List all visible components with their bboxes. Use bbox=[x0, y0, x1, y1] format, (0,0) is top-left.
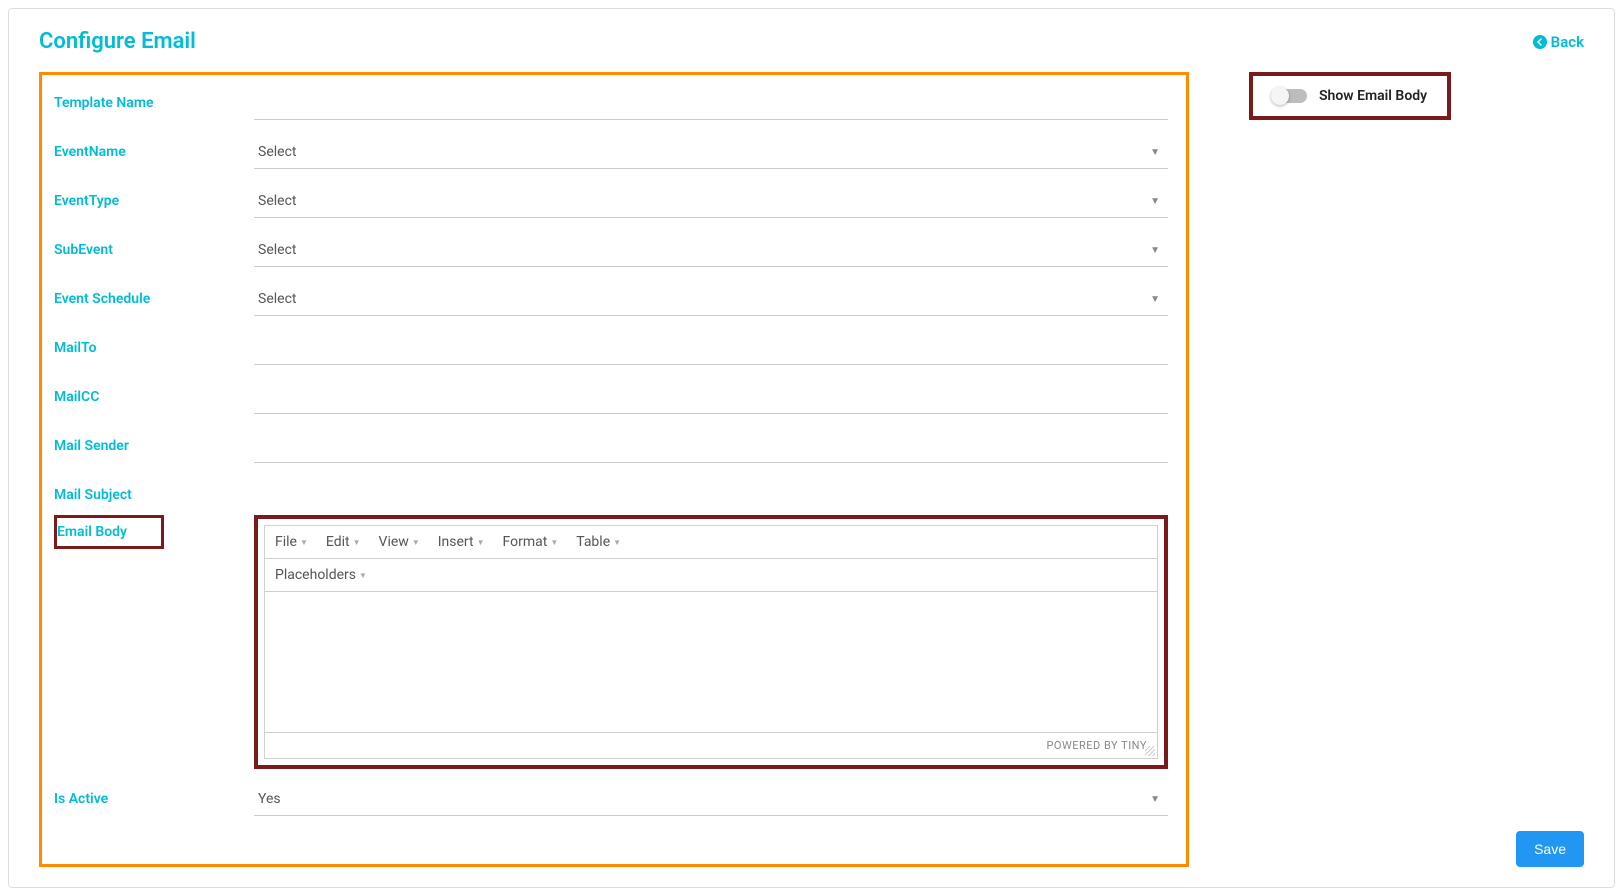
resize-handle-icon[interactable] bbox=[1145, 746, 1155, 756]
event-schedule-value: Select bbox=[258, 291, 296, 307]
show-email-body-label: Show Email Body bbox=[1319, 88, 1427, 104]
is-active-select[interactable]: Yes ▼ bbox=[254, 783, 1168, 816]
label-event-name: EventName bbox=[54, 136, 254, 160]
mail-cc-input[interactable] bbox=[254, 381, 1168, 414]
show-email-body-toggle[interactable] bbox=[1273, 89, 1307, 103]
chevron-down-icon: ▼ bbox=[1150, 196, 1160, 207]
caret-down-icon: ▼ bbox=[477, 538, 485, 547]
chevron-down-icon: ▼ bbox=[1150, 294, 1160, 305]
row-email-body: Email Body File▼ Edit▼ View▼ Insert▼ For… bbox=[54, 515, 1168, 769]
toggle-knob-icon bbox=[1271, 87, 1289, 105]
row-event-type: EventType Select ▼ bbox=[54, 185, 1168, 218]
chevron-down-icon: ▼ bbox=[1150, 245, 1160, 256]
editor-footer: POWERED BY TINY bbox=[265, 732, 1157, 758]
label-email-body: Email Body bbox=[54, 515, 164, 549]
event-schedule-select[interactable]: Select ▼ bbox=[254, 283, 1168, 316]
back-label: Back bbox=[1551, 33, 1584, 51]
row-mail-subject: Mail Subject bbox=[54, 479, 1168, 503]
email-body-editor-highlight: File▼ Edit▼ View▼ Insert▼ Format▼ Table▼… bbox=[254, 515, 1168, 769]
is-active-value: Yes bbox=[258, 791, 281, 807]
caret-down-icon: ▼ bbox=[353, 538, 361, 547]
row-mail-sender: Mail Sender bbox=[54, 430, 1168, 463]
event-type-value: Select bbox=[258, 193, 296, 209]
rich-text-editor: File▼ Edit▼ View▼ Insert▼ Format▼ Table▼… bbox=[264, 525, 1158, 759]
label-is-active: Is Active bbox=[54, 783, 254, 807]
event-type-select[interactable]: Select ▼ bbox=[254, 185, 1168, 218]
template-name-input[interactable] bbox=[254, 87, 1168, 120]
mail-sender-input[interactable] bbox=[254, 430, 1168, 463]
editor-content-area[interactable] bbox=[265, 592, 1157, 732]
editor-menu-insert[interactable]: Insert▼ bbox=[438, 534, 485, 550]
row-sub-event: SubEvent Select ▼ bbox=[54, 234, 1168, 267]
label-mail-sender: Mail Sender bbox=[54, 430, 254, 454]
sub-event-select[interactable]: Select ▼ bbox=[254, 234, 1168, 267]
configure-email-page: Configure Email Back Template Name Event… bbox=[8, 8, 1615, 888]
back-arrow-icon bbox=[1533, 35, 1547, 49]
editor-menubar: File▼ Edit▼ View▼ Insert▼ Format▼ Table▼ bbox=[265, 526, 1157, 559]
sub-event-value: Select bbox=[258, 242, 296, 258]
main-area: Template Name EventName Select ▼ bbox=[39, 72, 1584, 867]
back-link[interactable]: Back bbox=[1533, 33, 1584, 51]
save-button[interactable]: Save bbox=[1516, 831, 1584, 867]
event-name-select[interactable]: Select ▼ bbox=[254, 136, 1168, 169]
page-header: Configure Email Back bbox=[39, 29, 1584, 54]
chevron-down-icon: ▼ bbox=[1150, 147, 1160, 158]
editor-menu-view[interactable]: View▼ bbox=[379, 534, 420, 550]
label-event-type: EventType bbox=[54, 185, 254, 209]
mail-to-input[interactable] bbox=[254, 332, 1168, 365]
caret-down-icon: ▼ bbox=[613, 538, 621, 547]
editor-secondary-toolbar: Placeholders▼ bbox=[265, 559, 1157, 592]
label-mail-subject: Mail Subject bbox=[54, 479, 254, 503]
form-panel: Template Name EventName Select ▼ bbox=[39, 72, 1189, 867]
row-mail-cc: MailCC bbox=[54, 381, 1168, 414]
editor-menu-table[interactable]: Table▼ bbox=[576, 534, 621, 550]
caret-down-icon: ▼ bbox=[300, 538, 308, 547]
label-mail-cc: MailCC bbox=[54, 381, 254, 405]
row-event-name: EventName Select ▼ bbox=[54, 136, 1168, 169]
row-mail-to: MailTo bbox=[54, 332, 1168, 365]
editor-placeholders-button[interactable]: Placeholders▼ bbox=[275, 567, 367, 583]
chevron-down-icon: ▼ bbox=[1150, 794, 1160, 805]
row-is-active: Is Active Yes ▼ bbox=[54, 783, 1168, 816]
row-event-schedule: Event Schedule Select ▼ bbox=[54, 283, 1168, 316]
caret-down-icon: ▼ bbox=[550, 538, 558, 547]
editor-branding: POWERED BY TINY bbox=[1046, 739, 1147, 752]
editor-menu-edit[interactable]: Edit▼ bbox=[326, 534, 361, 550]
side-panel: Show Email Body bbox=[1249, 72, 1451, 120]
editor-menu-file[interactable]: File▼ bbox=[275, 534, 308, 550]
label-event-schedule: Event Schedule bbox=[54, 283, 254, 307]
label-mail-to: MailTo bbox=[54, 332, 254, 356]
editor-menu-format[interactable]: Format▼ bbox=[503, 534, 559, 550]
show-email-body-highlight: Show Email Body bbox=[1249, 72, 1451, 120]
label-sub-event: SubEvent bbox=[54, 234, 254, 258]
caret-down-icon: ▼ bbox=[359, 571, 367, 580]
page-title: Configure Email bbox=[39, 29, 196, 54]
row-template-name: Template Name bbox=[54, 87, 1168, 120]
event-name-value: Select bbox=[258, 144, 296, 160]
caret-down-icon: ▼ bbox=[412, 538, 420, 547]
label-template-name: Template Name bbox=[54, 87, 254, 111]
